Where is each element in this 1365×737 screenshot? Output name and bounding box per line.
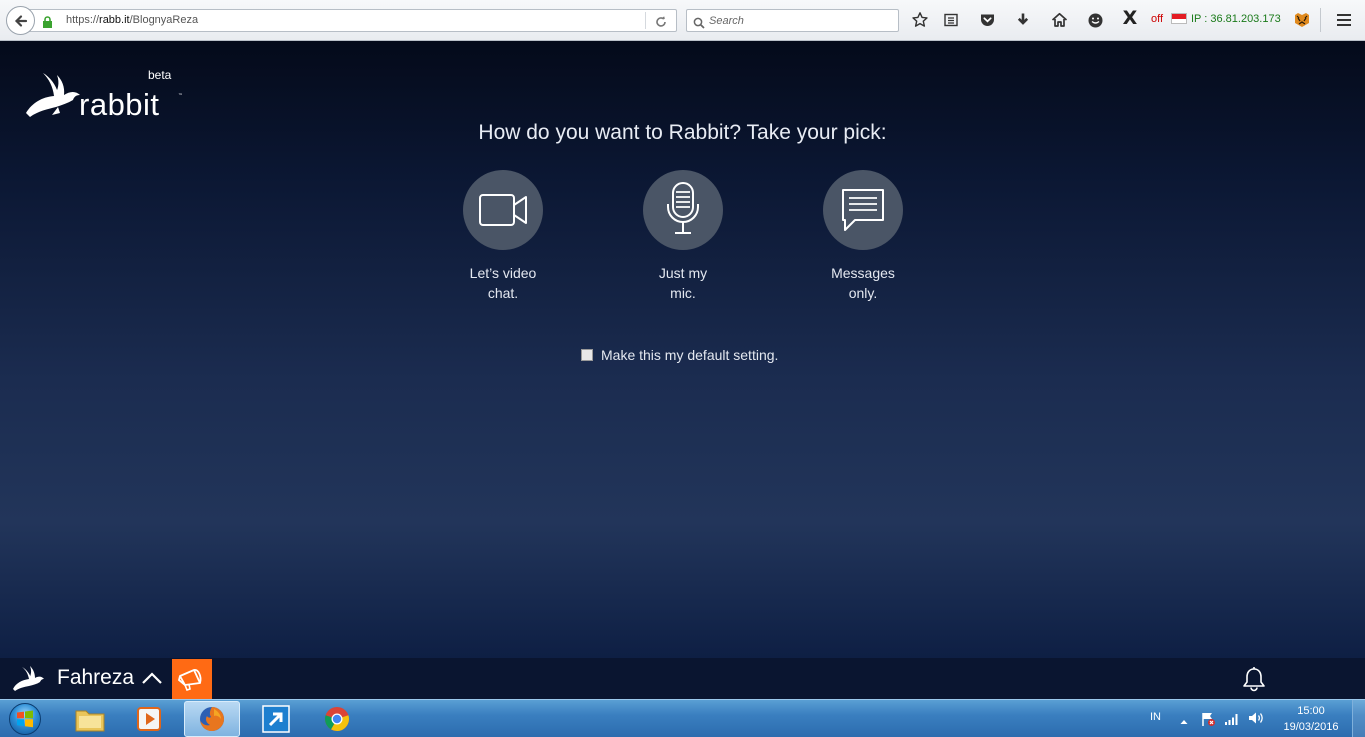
video-chat-option[interactable]: Let’s video chat. [443,170,563,303]
mic-option[interactable]: Just my mic. [623,170,743,303]
message-bubble-icon [842,189,884,231]
messages-label: Messages only. [831,265,895,301]
taskbar-shortcut-app[interactable] [248,701,304,737]
megaphone-button[interactable] [172,659,212,699]
page-headline: How do you want to Rabbit? Take your pic… [478,121,887,144]
network-signal-icon[interactable] [1224,711,1240,730]
url-separator [645,12,646,29]
browser-toolbar: https://rabb.it/BlognyaReza X off IP : 3… [0,0,1365,41]
folder-icon [75,710,105,732]
pocket-icon[interactable] [977,10,997,30]
rabbit-page: beta rabbit ™ How do you want to Rabbit?… [0,41,1365,658]
media-player-icon [137,707,161,731]
default-setting-checkbox[interactable] [581,349,593,361]
clock-time[interactable]: 15:00 [1283,705,1339,717]
mic-button[interactable] [643,170,723,250]
hamburger-menu-icon[interactable] [1334,10,1354,30]
taskbar-chrome[interactable] [309,701,365,737]
default-setting-row[interactable]: Make this my default setting. [581,347,778,363]
home-icon[interactable] [1049,10,1069,30]
url-text: https://rabb.it/BlognyaReza [66,14,198,26]
indonesia-flag-icon [1171,13,1187,24]
video-chat-button[interactable] [463,170,543,250]
chevron-up-icon[interactable] [141,670,163,689]
rabbit-bottom-bar: Fahreza [0,658,1365,699]
language-indicator[interactable]: IN [1150,711,1161,723]
video-chat-label: Let’s video chat. [469,265,537,301]
username-label[interactable]: Fahreza [57,666,134,690]
chrome-icon [325,707,349,731]
start-button[interactable] [5,701,45,737]
volume-icon[interactable] [1247,710,1265,730]
x-extension-icon[interactable]: X [1120,7,1140,29]
url-prefix: https:// [66,14,100,26]
back-arrow-icon [14,14,27,27]
messages-option[interactable]: Messages only. [803,170,923,303]
tiger-extension-icon[interactable] [1292,10,1312,30]
search-icon [693,14,705,33]
windows-logo-icon [9,703,41,735]
arrow-app-icon [262,705,290,733]
url-bar[interactable]: https://rabb.it/BlognyaReza [28,9,677,32]
reading-list-icon[interactable] [941,10,961,30]
video-camera-icon [479,194,527,226]
rabbit-small-icon [12,665,46,697]
trademark-mark: ™ [178,93,183,99]
search-bar[interactable] [686,9,899,32]
url-domain: rabb.it [99,14,130,26]
tray-expand-icon[interactable] [1180,711,1188,730]
lock-icon [42,14,53,33]
microphone-icon [667,182,699,234]
url-path: /BlognyaReza [129,14,199,26]
ip-address-label: IP : 36.81.203.173 [1191,13,1281,25]
brand-wordmark: rabbit [79,87,160,122]
taskbar-explorer[interactable] [62,701,118,737]
mic-label: Just my mic. [658,265,708,301]
clock-date[interactable]: 19/03/2016 [1279,721,1343,733]
taskbar-firefox[interactable] [184,701,240,737]
download-icon[interactable] [1013,10,1033,30]
megaphone-icon [177,669,202,691]
default-setting-label: Make this my default setting. [601,347,779,363]
messages-button[interactable] [823,170,903,250]
taskbar-media-player[interactable] [121,701,177,737]
bookmark-star-icon[interactable] [910,10,930,30]
windows-taskbar: IN 15:00 19/03/2016 [0,699,1365,737]
hello-chat-icon[interactable] [1085,10,1105,30]
back-button[interactable] [6,6,35,35]
reload-icon[interactable] [654,14,668,33]
show-desktop-button[interactable] [1352,700,1365,737]
toolbar-divider [1320,8,1321,32]
bell-icon[interactable] [1241,666,1267,696]
beta-badge: beta [148,68,172,82]
firefox-icon [200,707,224,731]
action-center-flag-icon[interactable] [1200,711,1216,731]
search-input[interactable] [709,12,894,29]
proxy-status-label[interactable]: off [1151,13,1163,25]
